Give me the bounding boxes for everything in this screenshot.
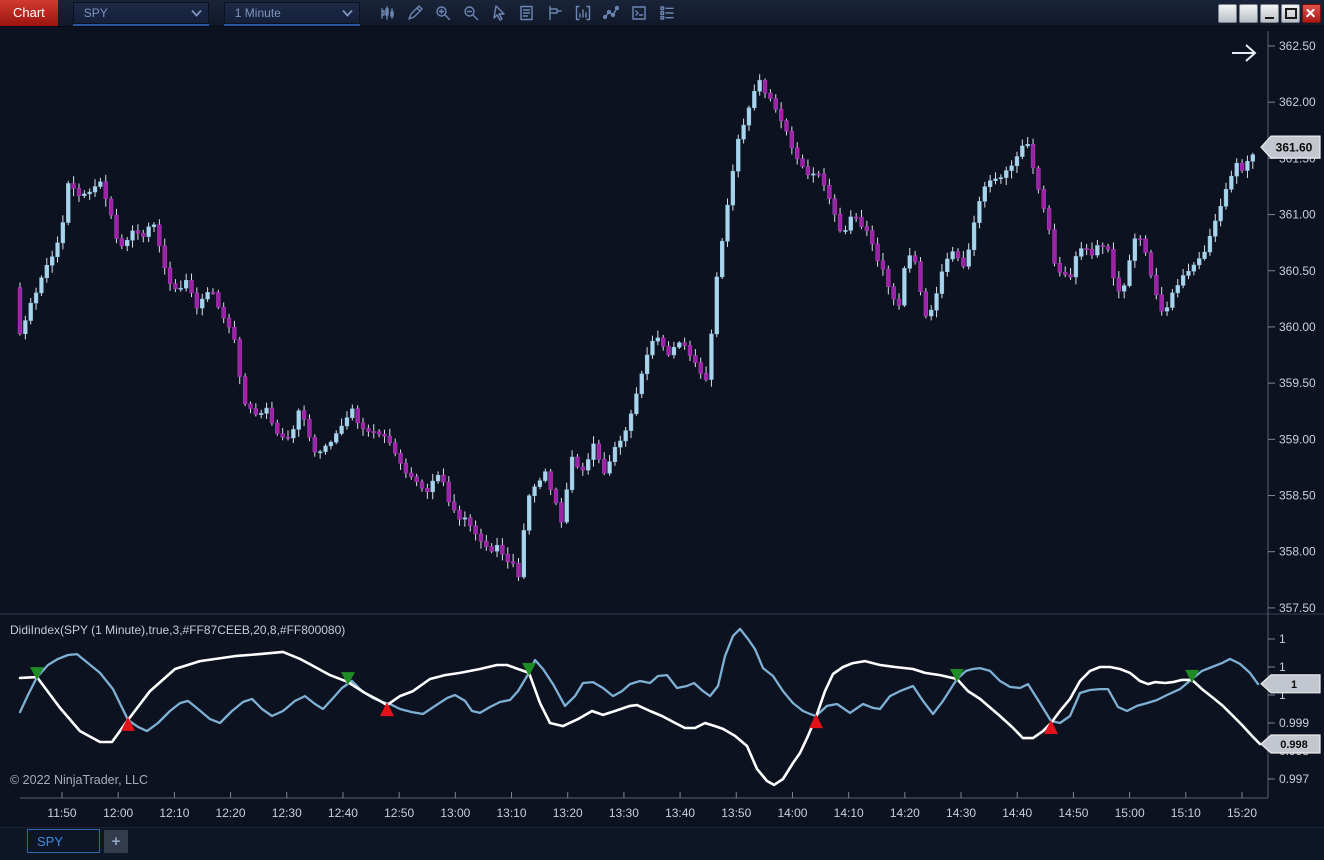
svg-text:1: 1 [1279,632,1286,646]
chart-trader-icon[interactable] [546,4,564,22]
instrument-dropdown-value: SPY [84,6,108,20]
tab-chart[interactable]: Chart [0,0,58,26]
indicator-value-marker: 1 [1261,675,1320,693]
zoom-out-icon[interactable] [462,4,480,22]
chart-style-icon[interactable] [378,4,396,22]
chevron-down-icon [342,9,353,17]
svg-text:14:40: 14:40 [1002,806,1032,820]
svg-text:11:50: 11:50 [47,806,76,820]
svg-text:359.50: 359.50 [1279,376,1316,390]
drawing-tools-icon[interactable] [406,4,424,22]
drawing-icon[interactable] [602,4,620,22]
chart-background [0,27,1324,827]
copyright-text: © 2022 NinjaTrader, LLC [10,773,148,787]
svg-text:0.997: 0.997 [1279,772,1309,786]
svg-text:360.50: 360.50 [1279,264,1316,278]
svg-text:12:00: 12:00 [103,806,133,820]
instrument-link-button[interactable] [1218,4,1237,23]
zoom-in-icon[interactable] [434,4,452,22]
chart-window: Chart SPY 1 Minute [0,0,1324,860]
add-tab-button[interactable]: + [104,830,128,853]
svg-text:15:20: 15:20 [1227,806,1257,820]
svg-text:0.999: 0.999 [1279,716,1309,730]
svg-text:358.50: 358.50 [1279,489,1316,503]
svg-text:1: 1 [1291,679,1297,691]
interval-dropdown[interactable]: 1 Minute [224,2,360,24]
svg-text:361.00: 361.00 [1279,208,1316,222]
svg-text:15:10: 15:10 [1171,806,1201,820]
svg-text:13:40: 13:40 [665,806,695,820]
svg-text:357.50: 357.50 [1279,601,1316,615]
svg-text:14:30: 14:30 [946,806,976,820]
svg-text:361.60: 361.60 [1276,140,1313,154]
tab-spy[interactable]: SPY [27,829,100,853]
interval-link-button[interactable] [1239,4,1258,23]
indicators-icon[interactable] [574,4,592,22]
svg-text:12:40: 12:40 [328,806,358,820]
maximize-button[interactable] [1281,4,1300,23]
svg-text:13:50: 13:50 [721,806,751,820]
svg-text:359.00: 359.00 [1279,432,1316,446]
svg-text:15:00: 15:00 [1115,806,1145,820]
svg-text:13:10: 13:10 [497,806,527,820]
chevron-down-icon [191,9,202,17]
titlebar: Chart SPY 1 Minute [0,0,1324,27]
svg-text:362.00: 362.00 [1279,95,1316,109]
minimize-button[interactable] [1260,4,1279,23]
interval-dropdown-value: 1 Minute [235,6,281,20]
svg-text:12:20: 12:20 [216,806,246,820]
properties-icon[interactable] [658,4,676,22]
svg-text:360.00: 360.00 [1279,320,1316,334]
strategies-icon[interactable] [630,4,648,22]
svg-text:14:20: 14:20 [890,806,920,820]
svg-text:12:30: 12:30 [272,806,302,820]
chart-canvas[interactable]: 362.50362.00361.50361.00360.50360.00359.… [0,27,1324,827]
svg-text:13:20: 13:20 [553,806,583,820]
close-button[interactable] [1302,4,1321,23]
svg-text:14:10: 14:10 [834,806,864,820]
instrument-dropdown[interactable]: SPY [73,2,209,24]
indicator-label[interactable]: DidiIndex(SPY (1 Minute),true,3,#FF87CEE… [10,623,345,637]
svg-text:0.998: 0.998 [1280,739,1308,751]
svg-text:14:50: 14:50 [1058,806,1088,820]
last-price-marker: 361.60 [1261,136,1320,158]
svg-text:12:50: 12:50 [384,806,414,820]
data-box-icon[interactable] [518,4,536,22]
svg-text:12:10: 12:10 [159,806,189,820]
svg-text:358.00: 358.00 [1279,545,1316,559]
cursor-icon[interactable] [490,4,508,22]
window-controls [1218,4,1321,23]
svg-text:362.50: 362.50 [1279,39,1316,53]
tab-strip: SPY + [0,827,1324,860]
svg-text:13:30: 13:30 [609,806,639,820]
svg-text:1: 1 [1279,660,1286,674]
svg-text:14:00: 14:00 [777,806,807,820]
indicator-value-marker: 0.998 [1261,735,1320,753]
toolbar [378,4,676,22]
svg-text:13:00: 13:00 [440,806,470,820]
